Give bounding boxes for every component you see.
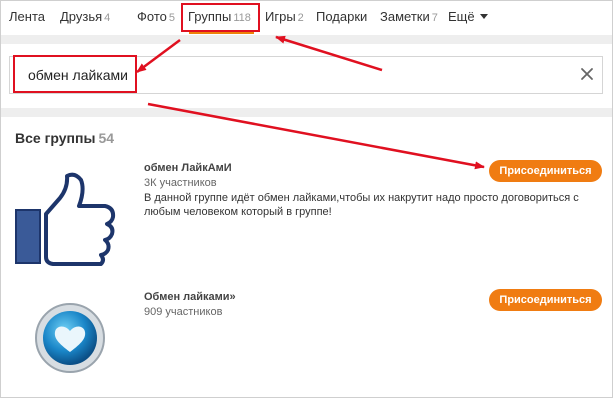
top-navbar: Лента Друзья 4 Фото 5 Группы 118 Игры 2 Пода… — [1, 1, 612, 35]
nav-item-gifts[interactable]: Подарки — [316, 9, 367, 24]
nav-count: 7 — [431, 12, 438, 24]
group-members: 3К участников — [144, 177, 217, 189]
groups-heading: Все группы 54 — [15, 130, 115, 146]
nav-count: 2 — [297, 12, 304, 24]
nav-item-friends[interactable]: Друзья 4 — [60, 9, 110, 24]
join-button[interactable]: Присоединиться — [489, 289, 602, 311]
groups-panel: Все группы 54 обмен ЛайкАмИ 3К участников… — [1, 117, 612, 397]
chevron-down-icon — [479, 14, 488, 19]
nav-item-notes[interactable]: Заметки 7 — [380, 9, 438, 24]
active-tab-indicator — [189, 32, 254, 34]
nav-item-more[interactable]: Ещё — [448, 9, 488, 24]
nav-item-feed[interactable]: Лента — [9, 9, 45, 24]
annotation-highlight-search — [13, 55, 137, 93]
thumbs-up-icon[interactable] — [13, 172, 117, 267]
close-icon[interactable] — [579, 66, 595, 82]
annotation-highlight-groups-tab — [181, 3, 260, 32]
group-name[interactable]: Обмен лайками» — [144, 291, 236, 303]
group-name[interactable]: обмен ЛайкАмИ — [144, 162, 232, 174]
join-button[interactable]: Присоединиться — [489, 160, 602, 182]
nav-item-photos[interactable]: Фото 5 — [137, 9, 175, 24]
nav-count: 4 — [104, 12, 111, 24]
group-description: В данной группе идёт обмен лайками,чтобы… — [144, 192, 579, 218]
group-members: 909 участников — [144, 306, 223, 318]
heart-badge-icon[interactable] — [34, 302, 106, 374]
search-panel — [1, 44, 612, 108]
nav-item-games[interactable]: Игры 2 — [265, 9, 304, 24]
groups-count: 54 — [98, 130, 115, 146]
nav-count: 5 — [168, 12, 175, 24]
